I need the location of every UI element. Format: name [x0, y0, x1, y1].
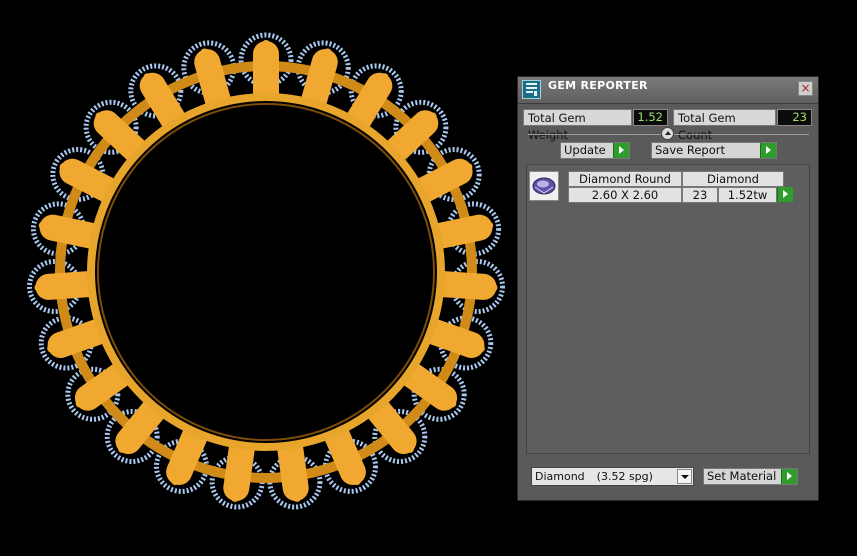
- total-gem-count-label: Total Gem Count: [673, 109, 776, 142]
- ring-prong: [411, 158, 473, 204]
- material-spg: (3.52 spg): [596, 470, 653, 483]
- set-material-button[interactable]: Set Material: [703, 468, 798, 485]
- close-icon[interactable]: ×: [798, 81, 813, 96]
- prong-tip: [171, 477, 180, 486]
- ring-prong: [427, 214, 493, 249]
- total-gem-weight-label: Total Gem Weight: [523, 109, 632, 142]
- gem-reporter-app-icon: [522, 80, 541, 99]
- gem-size-cell: 2.60 X 2.60: [568, 187, 682, 203]
- ring-prong: [93, 110, 149, 164]
- prong-tip: [464, 163, 473, 172]
- total-gem-weight-value: 1.52: [633, 109, 668, 126]
- ring-prong: [301, 49, 338, 114]
- prong-tip: [59, 163, 68, 172]
- panel-titlebar[interactable]: GEM REPORTER ×: [518, 77, 818, 104]
- prong-tip: [323, 48, 332, 57]
- save-report-button[interactable]: Save Report: [651, 142, 777, 159]
- prong-tip: [428, 112, 437, 121]
- prong-tip: [352, 477, 361, 486]
- eternity-ring-model: [27, 32, 505, 510]
- ring-prong: [383, 110, 439, 164]
- gem-count-cell: 23: [682, 187, 718, 203]
- ring-prong: [166, 422, 209, 485]
- ring-prong: [139, 72, 187, 133]
- gem-list: Diamond Round Diamond 2.60 X 2.60 23 1.5…: [526, 164, 810, 454]
- ring-prong: [194, 49, 231, 114]
- prong-tip: [143, 73, 152, 82]
- ring-prong: [430, 271, 497, 300]
- prong-tip: [448, 399, 457, 408]
- prong-tip: [380, 73, 389, 82]
- prong-tip: [293, 493, 301, 502]
- ring-prong: [420, 318, 485, 358]
- update-button-label: Update: [564, 143, 606, 157]
- green-play-arrow-icon: [760, 143, 776, 158]
- ring-prong: [47, 318, 112, 358]
- chevron-down-icon[interactable]: [677, 469, 692, 484]
- ring-prong: [39, 214, 105, 249]
- update-button[interactable]: Update: [560, 142, 630, 159]
- splitter-handle[interactable]: [661, 127, 674, 140]
- set-material-button-label: Set Material: [707, 469, 777, 483]
- ring-prong: [323, 422, 366, 485]
- prong-tip: [95, 112, 104, 121]
- gem-shape-cell: Diamond Round: [568, 171, 682, 187]
- save-report-button-label: Save Report: [655, 143, 726, 157]
- 3d-viewport[interactable]: [0, 0, 510, 556]
- prong-tip: [38, 221, 47, 230]
- green-play-arrow-icon: [613, 143, 629, 158]
- ring-band-inner: [87, 93, 445, 451]
- gem-material-cell: Diamond: [682, 171, 784, 187]
- prong-tip: [34, 283, 43, 292]
- prong-tip: [262, 40, 270, 48]
- prong-tip: [118, 444, 127, 453]
- green-play-arrow-icon[interactable]: [777, 187, 793, 202]
- prong-tip: [476, 344, 485, 353]
- prong-tip: [405, 444, 414, 453]
- prong-tip: [485, 221, 494, 230]
- round-diamond-icon: [529, 171, 559, 201]
- material-dropdown[interactable]: Diamond (3.52 spg): [531, 467, 694, 486]
- prong-tip: [231, 493, 239, 502]
- gem-reporter-panel: GEM REPORTER × Total Gem Weight 1.52 Tot…: [517, 76, 819, 501]
- total-gem-count-value: 23: [777, 109, 812, 126]
- prong-tip: [75, 399, 84, 408]
- ring-prong: [345, 72, 393, 133]
- ring-prong: [223, 435, 255, 501]
- panel-title: GEM REPORTER: [548, 79, 648, 92]
- green-play-arrow-icon: [781, 469, 797, 484]
- prong-tip: [489, 283, 498, 292]
- gem-weight-cell: 1.52tw: [718, 187, 777, 203]
- ring-prong: [35, 271, 102, 300]
- ring-prong: [59, 158, 121, 204]
- prong-tip: [200, 48, 209, 57]
- prong-tip: [47, 344, 56, 353]
- ring-prong: [277, 435, 309, 501]
- material-dropdown-value: Diamond: [535, 470, 585, 483]
